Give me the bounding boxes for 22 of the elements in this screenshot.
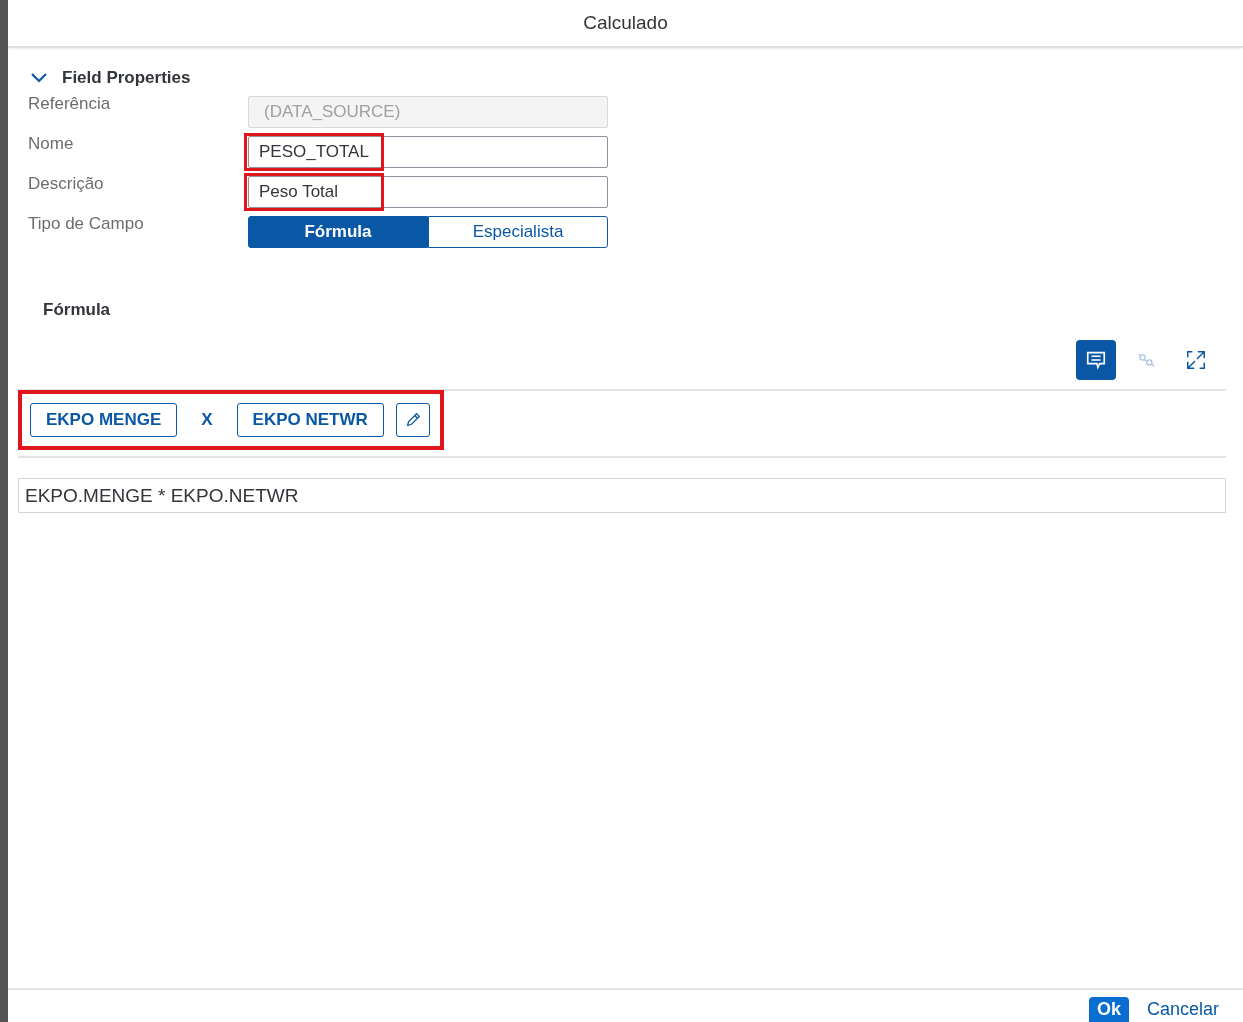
comment-icon: [1085, 349, 1107, 371]
field-label: Nome: [28, 133, 75, 155]
edit-button[interactable]: [395, 403, 430, 437]
segment-button[interactable]: Especialista: [428, 216, 608, 248]
input-field[interactable]: Peso Total: [248, 176, 608, 208]
field-label: Referência: [28, 93, 112, 115]
ok-button[interactable]: Ok: [1088, 997, 1129, 1022]
input-field[interactable]: PESO_TOTAL: [248, 136, 608, 168]
segment-button[interactable]: Fórmula: [248, 216, 428, 248]
operator-token: X: [200, 410, 214, 430]
field-label: Descrição: [28, 173, 105, 195]
panel-header[interactable]: Field Properties: [18, 68, 191, 88]
comment-button[interactable]: [1076, 340, 1116, 380]
formula-field[interactable]: EKPO.MENGE * EKPO.NETWR: [18, 478, 1226, 513]
field-token[interactable]: EKPO MENGE: [30, 403, 178, 437]
expand-icon: [1185, 349, 1207, 371]
section-title: Fórmula: [43, 300, 112, 320]
cancel-button[interactable]: Cancelar: [1146, 997, 1219, 1022]
chevron-down-icon: [30, 72, 48, 84]
field-label: Tipo de Campo: [28, 213, 145, 235]
field-token[interactable]: EKPO NETWR: [236, 403, 384, 437]
dialog-title: Calculado: [583, 12, 668, 34]
